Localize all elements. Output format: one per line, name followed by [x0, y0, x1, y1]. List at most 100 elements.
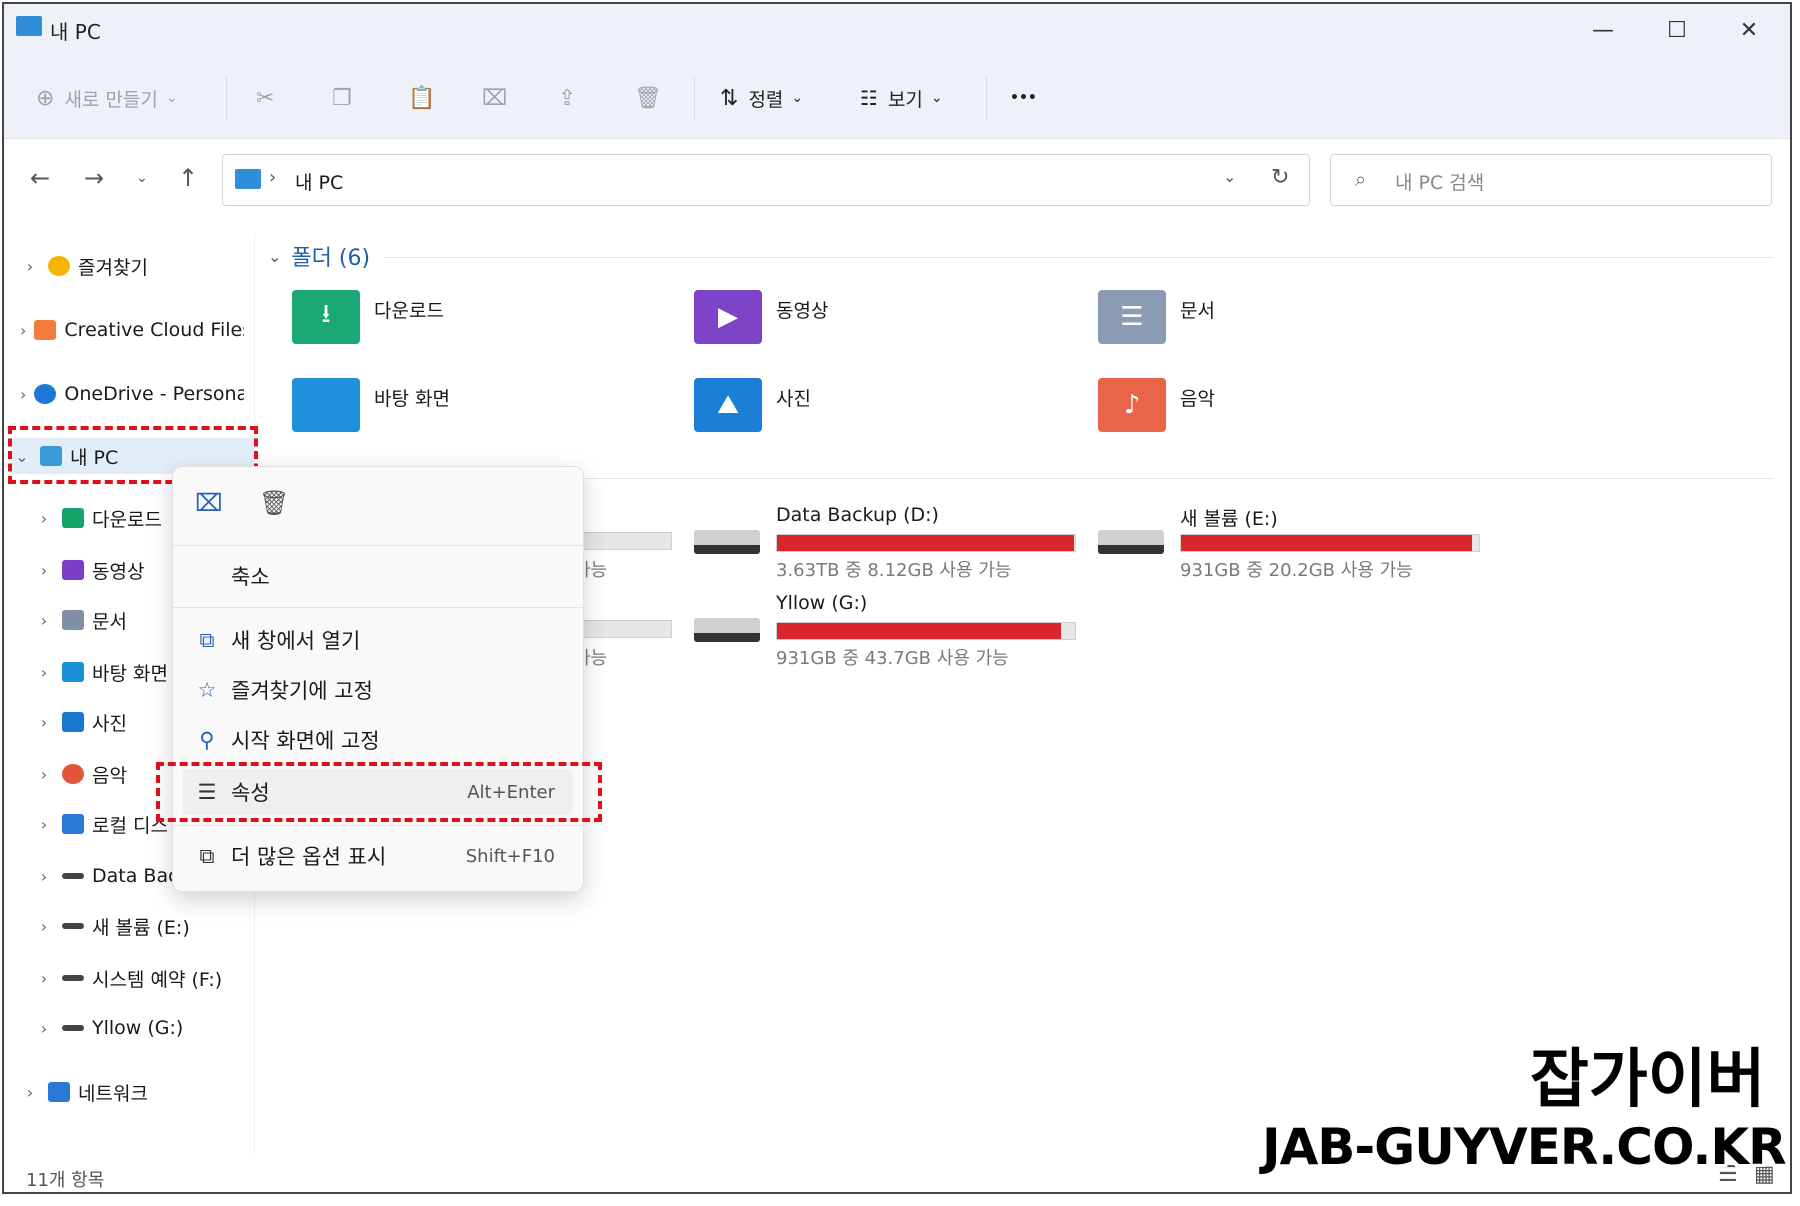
folders-section-header[interactable]: ⌄ 폴더 (6) — [268, 240, 370, 272]
menu-separator — [173, 825, 583, 826]
menu-item-collapse[interactable]: 축소 — [183, 553, 573, 599]
chevron-right-icon[interactable]: › — [20, 385, 26, 404]
menu-item-more-options-label: 더 많은 옵션 표시 — [231, 845, 387, 869]
more-options-button[interactable]: ••• — [1010, 80, 1037, 116]
back-arrow-icon[interactable]: ← — [22, 160, 58, 196]
minimize-button[interactable]: — — [1574, 12, 1632, 48]
folder-tile[interactable]: ▶ 동영상 — [694, 290, 1054, 344]
delete-icon[interactable]: 🗑 — [259, 489, 289, 517]
menu-item-pin-quick-access[interactable]: ☆ 즐겨찾기에 고정 — [183, 667, 573, 713]
view-button-label: 보기 — [887, 88, 923, 111]
menu-item-pin-start[interactable]: ⚲ 시작 화면에 고정 — [183, 717, 573, 763]
menu-item-pin-quick-access-label: 즐겨찾기에 고정 — [231, 679, 373, 703]
folders-section-title: 폴더 (6) — [291, 246, 371, 271]
chevron-right-icon[interactable]: › — [34, 867, 54, 886]
search-icon: ⌕ — [1355, 167, 1367, 191]
rename-icon[interactable]: ⌧ — [482, 80, 507, 116]
folder-tile[interactable]: ⛰ 사진 — [694, 378, 1054, 432]
chevron-right-icon[interactable]: › — [34, 1019, 54, 1038]
video-folder-icon: ▶ — [694, 290, 762, 344]
drive-usage-fill — [1181, 535, 1473, 551]
folder-tile[interactable]: 바탕 화면 — [292, 378, 652, 432]
sort-button-label: 정렬 — [748, 88, 784, 111]
folder-label: 음악 — [1180, 388, 1215, 410]
cut-icon[interactable]: ✂ — [256, 80, 274, 116]
sidebar-item-label: 바탕 화면 — [92, 662, 168, 685]
watermark-korean: 잡가이버 — [1530, 1043, 1766, 1117]
recent-chevron-icon[interactable]: ⌄ — [124, 160, 160, 196]
drive-free-space: 3.63TB 중 8.12GB 사용 가능 — [776, 560, 1012, 581]
drive-usage-fill — [777, 623, 1061, 639]
sort-button[interactable]: ⇅ 정렬 ⌄ — [720, 80, 803, 116]
close-button[interactable]: ✕ — [1720, 12, 1778, 48]
open-external-icon: ⧉ — [199, 627, 215, 652]
sidebar-item[interactable]: › 새 볼륨 (E:) — [34, 908, 244, 944]
paste-icon[interactable]: 📋 — [408, 80, 435, 116]
drive-tile[interactable]: 새 볼륨 (E:) 931GB 중 20.2GB 사용 가능 — [1098, 504, 1480, 584]
menu-item-more-options[interactable]: ⧉ 더 많은 옵션 표시 Shift+F10 — [183, 833, 573, 879]
chevron-right-icon[interactable]: › — [34, 765, 54, 784]
search-placeholder: 내 PC 검색 — [1395, 172, 1485, 194]
address-bar[interactable]: › 내 PC ⌄ ↻ — [222, 154, 1310, 206]
drive-tile[interactable]: Data Backup (D:) 3.63TB 중 8.12GB 사용 가능 — [694, 504, 1076, 584]
forward-arrow-icon[interactable]: → — [76, 160, 112, 196]
sidebar-item[interactable]: › Creative Cloud Files — [20, 312, 244, 348]
chevron-right-icon[interactable]: › — [34, 713, 54, 732]
menu-item-pin-start-label: 시작 화면에 고정 — [231, 729, 380, 753]
folder-tile[interactable]: ♪ 음악 — [1098, 378, 1458, 432]
refresh-icon[interactable]: ↻ — [1271, 165, 1289, 190]
menu-separator — [173, 607, 583, 608]
sidebar-item-label: 음악 — [92, 764, 127, 787]
sidebar-item[interactable]: › 네트워크 — [20, 1074, 244, 1110]
drive-name: Yllow (G:) — [776, 592, 868, 614]
chevron-right-icon[interactable]: › — [34, 509, 54, 528]
chevron-down-icon: ⌄ — [165, 90, 178, 106]
sidebar-item[interactable]: › 시스템 예약 (F:) — [34, 960, 244, 996]
menu-item-collapse-label: 축소 — [231, 565, 270, 589]
view-button[interactable]: ☷ 보기 ⌄ — [860, 80, 943, 116]
folder-tile[interactable]: ☰ 문서 — [1098, 290, 1458, 344]
drive-usage-bar — [776, 622, 1076, 640]
sidebar-item[interactable]: › 즐겨찾기 — [20, 248, 244, 284]
highlight-properties — [156, 762, 602, 822]
delete-icon[interactable]: 🗑 — [634, 80, 662, 116]
search-box[interactable]: ⌕ 내 PC 검색 — [1330, 154, 1772, 206]
chevron-right-icon[interactable]: › — [34, 969, 54, 988]
chevron-right-icon[interactable]: › — [20, 1083, 40, 1102]
new-button[interactable]: ⊕ 새로 만들기 ⌄ — [36, 80, 178, 116]
chevron-right-icon[interactable]: › — [34, 815, 54, 834]
chevron-right-icon[interactable]: › — [34, 917, 54, 936]
drive-icon — [62, 873, 84, 879]
chevron-right-icon[interactable]: › — [20, 257, 40, 276]
chevron-down-icon: ⌄ — [268, 246, 282, 266]
chevron-right-icon[interactable]: › — [20, 321, 26, 340]
drive-tile[interactable]: Yllow (G:) 931GB 중 43.7GB 사용 가능 — [694, 592, 1076, 672]
rename-icon[interactable]: ⌧ — [195, 489, 223, 517]
address-dropdown-icon[interactable]: ⌄ — [1223, 167, 1236, 186]
folder-label: 사진 — [776, 388, 811, 410]
file-explorer-window: 내 PC — ☐ ✕ ⊕ 새로 만들기 ⌄ ✂ ❐ 📋 ⌧ ⇪ 🗑 ⇅ 정렬 ⌄… — [2, 2, 1792, 1194]
chevron-right-icon[interactable]: › — [34, 561, 54, 580]
network-icon — [48, 1082, 70, 1102]
breadcrumb-my-pc[interactable]: 내 PC — [295, 168, 343, 195]
drive-icon — [694, 618, 760, 642]
sidebar-item-label: 즐겨찾기 — [78, 256, 148, 279]
sort-arrows-icon: ⇅ — [720, 85, 739, 111]
sidebar-item[interactable]: › OneDrive - Persona — [20, 376, 244, 412]
chevron-right-icon[interactable]: › — [34, 663, 54, 682]
share-icon[interactable]: ⇪ — [558, 80, 576, 116]
copy-icon[interactable]: ❐ — [332, 80, 352, 116]
section-divider-line — [384, 257, 1774, 258]
maximize-button[interactable]: ☐ — [1648, 12, 1706, 48]
sidebar-item[interactable]: › Yllow (G:) — [34, 1010, 244, 1046]
folder-label: 문서 — [1180, 300, 1215, 322]
desktop-folder-icon — [292, 378, 360, 432]
drive-icon — [1098, 530, 1164, 554]
view-list-icon: ☷ — [860, 86, 878, 110]
up-arrow-icon[interactable]: ↑ — [170, 160, 206, 196]
menu-item-open-new-window[interactable]: ⧉ 새 창에서 열기 — [183, 617, 573, 663]
sidebar-item-label: 동영상 — [92, 560, 145, 583]
chevron-right-icon[interactable]: › — [34, 611, 54, 630]
drive-icon — [62, 975, 84, 981]
folder-tile[interactable]: ⭳ 다운로드 — [292, 290, 652, 344]
